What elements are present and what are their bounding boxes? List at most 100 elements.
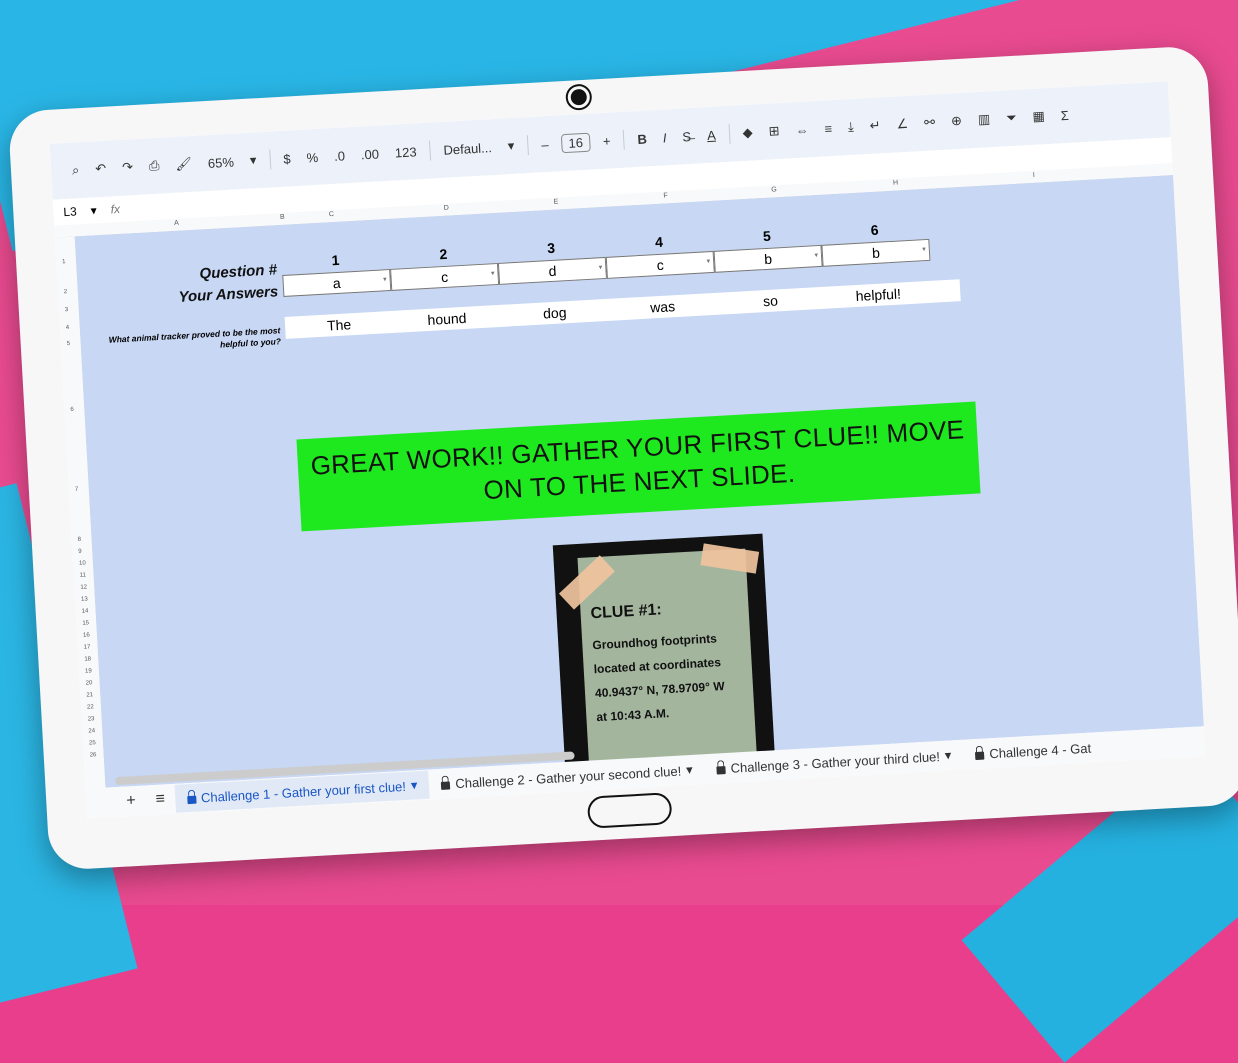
print-icon[interactable]: ⎙	[146, 156, 163, 177]
text-rotation-icon[interactable]: ∠	[893, 114, 912, 135]
answer-value: c	[656, 256, 665, 274]
chevron-down-icon[interactable]: ▾	[598, 258, 603, 278]
chevron-down-icon[interactable]: ▾	[490, 264, 495, 284]
answer-dropdown[interactable]: a ▾	[282, 268, 392, 297]
cell-reference[interactable]: L3	[63, 204, 77, 219]
chevron-down-icon[interactable]: ▾	[383, 270, 388, 290]
merge-cells-icon[interactable]: ⇔	[792, 120, 812, 140]
fill-color-icon[interactable]: ◆	[739, 122, 756, 143]
row-header[interactable]: 13	[81, 596, 88, 602]
row-header[interactable]: 26	[90, 752, 97, 758]
home-button[interactable]	[586, 792, 673, 829]
row-header[interactable]: 14	[82, 608, 89, 614]
comment-icon[interactable]: ⊕	[947, 111, 965, 132]
increase-decimal-button[interactable]: .00	[357, 144, 382, 164]
font-size-input[interactable]: 16	[560, 132, 591, 153]
row-header[interactable]: 23	[88, 716, 95, 722]
chevron-down-icon[interactable]: ▾	[922, 240, 927, 260]
row-header[interactable]: 2	[64, 289, 68, 295]
chevron-down-icon[interactable]: ▾	[90, 203, 97, 217]
italic-button[interactable]: I	[659, 128, 670, 148]
chart-icon[interactable]: ▥	[974, 109, 993, 130]
font-select[interactable]: Defaul...	[440, 137, 495, 159]
font-size-increase-button[interactable]: +	[599, 131, 614, 151]
borders-icon[interactable]: ⊞	[765, 121, 783, 142]
redo-icon[interactable]: ↷	[119, 157, 137, 178]
row-header[interactable]: 6	[70, 407, 74, 413]
chevron-down-icon[interactable]: ▾	[410, 777, 417, 793]
column-header[interactable]: I	[1033, 172, 1035, 179]
paint-format-icon[interactable]: 🖌	[172, 154, 196, 175]
number-format-button[interactable]: 123	[391, 142, 420, 163]
row-header[interactable]: 1	[62, 259, 66, 265]
row-header[interactable]: 5	[67, 341, 71, 347]
row-header[interactable]: 25	[89, 740, 96, 746]
row-header[interactable]: 21	[86, 692, 93, 698]
question-text: What animal tracker proved to be the mos…	[108, 325, 282, 350]
column-header[interactable]: G	[771, 186, 777, 193]
answer-dropdown[interactable]: d ▾	[497, 256, 607, 285]
text-color-button[interactable]: A	[704, 125, 720, 145]
row-header[interactable]: 17	[84, 644, 91, 650]
add-sheet-button[interactable]: +	[116, 791, 146, 811]
row-header[interactable]: 3	[65, 307, 69, 313]
chevron-down-icon[interactable]: ▾	[706, 252, 711, 272]
calculator-icon[interactable]: ▦	[1029, 106, 1048, 127]
currency-button[interactable]: $	[280, 149, 294, 169]
vertical-align-icon[interactable]: ⤓	[844, 117, 857, 138]
row-header[interactable]: 10	[79, 560, 86, 566]
column-header[interactable]: C	[329, 211, 334, 218]
text-wrap-icon[interactable]: ↵	[866, 115, 884, 136]
row-header[interactable]: 15	[82, 620, 89, 626]
undo-icon[interactable]: ↶	[92, 159, 110, 180]
column-header[interactable]: F	[663, 192, 668, 199]
functions-button[interactable]: Σ	[1057, 105, 1072, 125]
chevron-down-icon[interactable]: ▾	[944, 747, 951, 763]
lock-icon	[441, 781, 451, 790]
font-size-decrease-button[interactable]: –	[538, 134, 552, 154]
row-header[interactable]: 19	[85, 668, 92, 674]
tab-label: Challenge 3 - Gather your third clue!	[730, 748, 941, 776]
row-header[interactable]: 16	[83, 632, 90, 638]
chevron-down-icon[interactable]: ▾	[814, 246, 819, 266]
row-header[interactable]: 9	[78, 549, 82, 555]
spreadsheet-screen: ⌕ ↶ ↷ ⎙ 🖌 65% ▾ $ % .0 .00 123 Defaul...…	[49, 81, 1206, 819]
decrease-decimal-button[interactable]: .0	[331, 146, 349, 166]
all-sheets-button[interactable]: ≡	[145, 790, 175, 810]
answer-dropdown[interactable]: c ▾	[390, 262, 500, 291]
column-header[interactable]: D	[444, 205, 449, 212]
row-header[interactable]: 20	[86, 680, 93, 686]
answer-dropdown[interactable]: c ▾	[605, 250, 715, 279]
chevron-down-icon[interactable]: ▾	[504, 136, 518, 157]
row-header[interactable]: 8	[78, 537, 82, 543]
answer-value: b	[763, 250, 773, 268]
chevron-down-icon[interactable]: ▾	[246, 150, 260, 171]
row-header[interactable]: 7	[75, 487, 79, 493]
sheet-grid[interactable]: Question # Your Answers 1 2 3 4 5 6 a ▾ c…	[74, 175, 1204, 788]
chevron-down-icon[interactable]: ▾	[686, 762, 693, 778]
column-header[interactable]: E	[553, 198, 558, 205]
column-header[interactable]: H	[893, 179, 898, 186]
row-header[interactable]: 12	[80, 584, 87, 590]
column-header[interactable]: B	[280, 214, 285, 221]
tab-challenge-4[interactable]: Challenge 4 - Gat	[963, 733, 1104, 768]
divider	[622, 129, 626, 150]
align-left-icon[interactable]: ≡	[821, 118, 836, 138]
answer-dropdown[interactable]: b ▾	[821, 238, 931, 267]
row-header[interactable]: 11	[80, 572, 87, 578]
filter-icon[interactable]: ⏷	[1003, 108, 1020, 129]
row-header[interactable]: 4	[66, 325, 70, 331]
strikethrough-icon[interactable]: S̶	[679, 126, 695, 146]
percent-button[interactable]: %	[303, 147, 322, 167]
word-cell: so	[762, 292, 779, 310]
row-header[interactable]: 22	[87, 704, 94, 710]
search-icon[interactable]: ⌕	[69, 160, 83, 181]
bold-button[interactable]: B	[634, 129, 650, 149]
column-header[interactable]: A	[174, 220, 179, 227]
answer-dropdown[interactable]: b ▾	[713, 244, 823, 273]
zoom-select[interactable]: 65%	[204, 152, 237, 173]
row-header[interactable]: 24	[88, 728, 95, 734]
link-icon[interactable]: ⚯	[921, 112, 939, 133]
row-header[interactable]: 18	[84, 656, 91, 662]
question-number: 2	[438, 245, 448, 263]
